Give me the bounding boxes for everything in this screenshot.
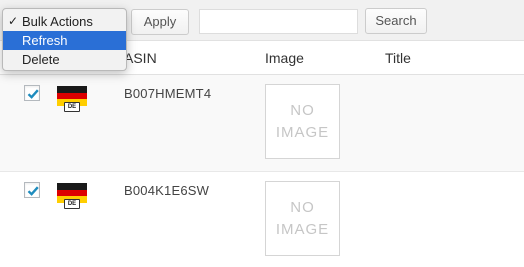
menu-item-delete[interactable]: Delete xyxy=(3,50,126,69)
row-checkbox[interactable] xyxy=(24,182,40,198)
no-image-text-line2: IMAGE xyxy=(275,220,330,238)
bulk-actions-dropdown-menu[interactable]: ✓ Bulk Actions Refresh Delete xyxy=(2,8,127,71)
no-image-text-line2: IMAGE xyxy=(275,123,330,141)
marketplace-code-badge: DE xyxy=(64,102,80,112)
asin-value: B007HMEMT4 xyxy=(124,86,212,101)
checkmark-icon xyxy=(27,89,39,99)
column-header-asin[interactable]: ASIN xyxy=(124,50,157,66)
table-row: DE B007HMEMT4 NO IMAGE xyxy=(0,75,524,172)
no-image-text-line1: NO xyxy=(290,198,315,216)
search-button[interactable]: Search xyxy=(365,8,427,34)
menu-item-label: Bulk Actions xyxy=(22,14,93,29)
marketplace-code-badge: DE xyxy=(64,199,80,209)
menu-item-label: Refresh xyxy=(22,33,68,48)
checkmark-icon: ✓ xyxy=(8,14,19,28)
column-header-image: Image xyxy=(265,50,304,66)
list-table-screen: Apply Search ASIN Image Title DE B007HME… xyxy=(0,0,524,267)
apply-button[interactable]: Apply xyxy=(131,9,189,35)
no-image-text-line1: NO xyxy=(290,101,315,119)
column-header-title[interactable]: Title xyxy=(385,50,411,66)
no-image-placeholder: NO IMAGE xyxy=(265,84,340,159)
asin-value: B004K1E6SW xyxy=(124,183,210,198)
row-checkbox[interactable] xyxy=(24,85,40,101)
germany-flag-icon: DE xyxy=(57,183,87,209)
products-table: ASIN Image Title DE B007HMEMT4 NO IMAGE xyxy=(0,40,524,267)
germany-flag-icon: DE xyxy=(57,86,87,112)
checkmark-icon xyxy=(27,186,39,196)
menu-item-bulk-actions[interactable]: ✓ Bulk Actions xyxy=(3,12,126,31)
search-input[interactable] xyxy=(199,9,358,34)
menu-item-refresh[interactable]: Refresh xyxy=(3,31,126,50)
no-image-placeholder: NO IMAGE xyxy=(265,181,340,256)
table-row: DE B004K1E6SW NO IMAGE xyxy=(0,172,524,267)
menu-item-label: Delete xyxy=(22,52,60,67)
